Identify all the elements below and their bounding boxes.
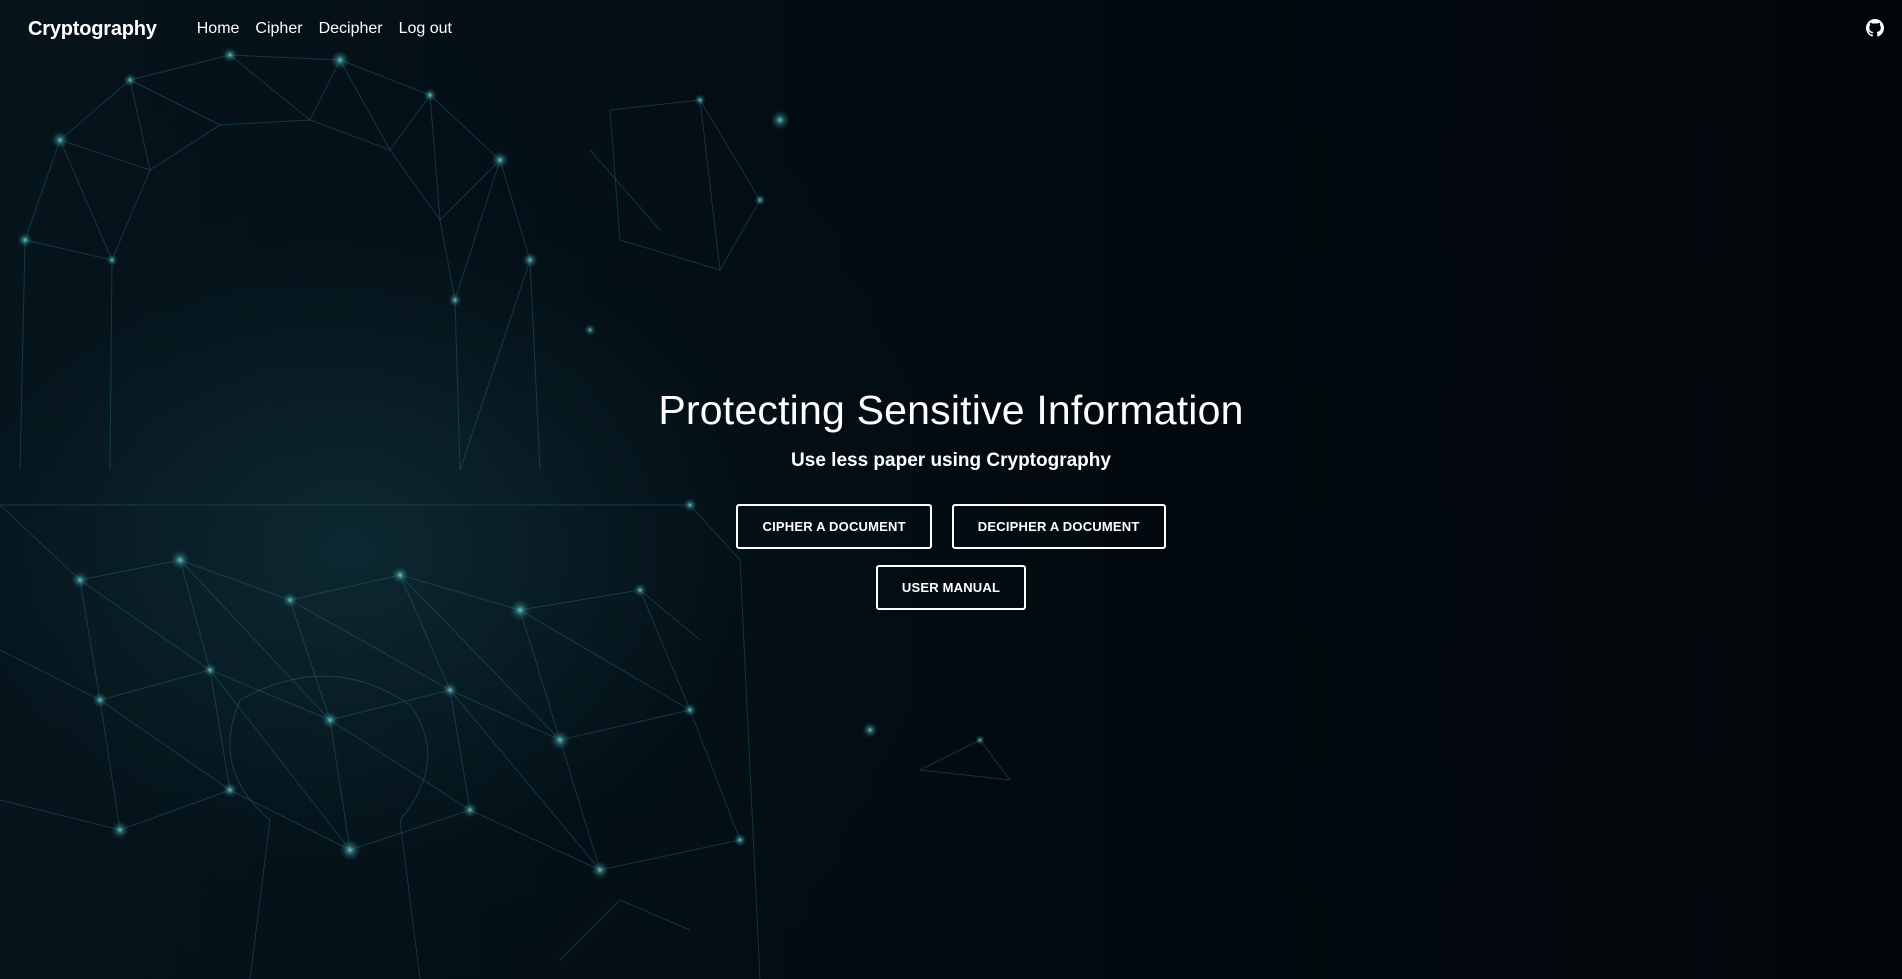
hero-button-row-secondary: USER MANUAL xyxy=(0,565,1902,610)
page: Cryptography Home Cipher Decipher Log ou… xyxy=(0,0,1902,979)
hero-button-row: CIPHER A DOCUMENT DECIPHER A DOCUMENT xyxy=(0,504,1902,549)
user-manual-button[interactable]: USER MANUAL xyxy=(875,565,1027,610)
nav-links: Home Cipher Decipher Log out xyxy=(197,20,452,38)
hero-title: Protecting Sensitive Information xyxy=(658,387,1244,433)
github-icon[interactable] xyxy=(1866,19,1884,37)
decipher-document-button[interactable]: DECIPHER A DOCUMENT xyxy=(951,504,1166,549)
brand-logo[interactable]: Cryptography xyxy=(28,18,157,41)
navbar: Cryptography Home Cipher Decipher Log ou… xyxy=(0,0,1902,58)
nav-cipher-link[interactable]: Cipher xyxy=(255,20,302,38)
nav-home-link[interactable]: Home xyxy=(197,20,240,38)
hero-section: Protecting Sensitive Information Use les… xyxy=(0,384,1902,610)
nav-logout-link[interactable]: Log out xyxy=(399,20,452,38)
hero-subtitle: Use less paper using Cryptography xyxy=(791,450,1111,471)
nav-decipher-link[interactable]: Decipher xyxy=(319,20,383,38)
cipher-document-button[interactable]: CIPHER A DOCUMENT xyxy=(736,504,932,549)
